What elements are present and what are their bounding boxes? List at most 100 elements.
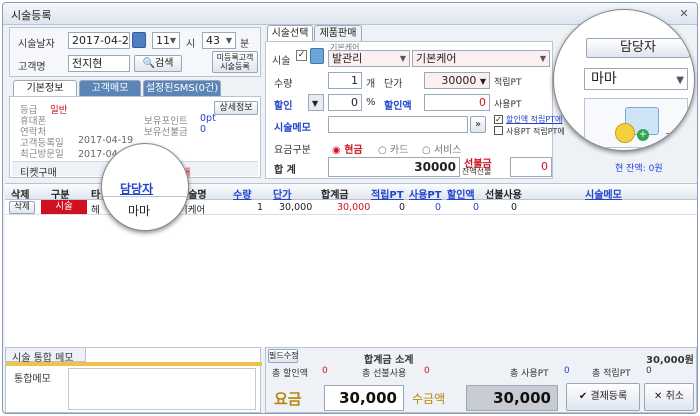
service-label: 시술 xyxy=(272,56,291,67)
col-discount[interactable]: 할인액 xyxy=(447,186,475,201)
discount-amount-field[interactable]: 0 xyxy=(424,94,490,111)
col-staff[interactable]: 담당자 xyxy=(120,180,153,197)
discount-amount-label: 할인액 xyxy=(384,101,412,112)
prepaid-value: 0 xyxy=(200,124,207,135)
close-icon[interactable]: ✕ xyxy=(677,7,691,21)
register-payment-button[interactable]: ✔ 결제등록 xyxy=(566,383,640,411)
search-icon: 🔍 xyxy=(142,58,156,69)
chevron-down-icon: ▼ xyxy=(225,36,232,45)
minute-value: 43 xyxy=(206,34,220,47)
prepaid-field[interactable]: 0 xyxy=(510,157,552,177)
hour-select[interactable]: 11 ▼ xyxy=(152,32,180,49)
search-icon[interactable] xyxy=(310,48,324,64)
row-type-abbr: 헤 xyxy=(91,205,100,216)
staff-select[interactable]: 마마 ▼ xyxy=(584,68,688,90)
row-price: 30,000 xyxy=(279,202,313,213)
item-select[interactable]: 기본케어 ▼ xyxy=(412,50,550,67)
price-field[interactable]: 30000 ▼ xyxy=(424,72,490,89)
customer-panel: 시술날자 2017-04-20 11 ▼ 시 43 ▼ 분 고객명 전지현 🔍검색 … xyxy=(9,27,261,77)
row-discount: 0 xyxy=(473,202,480,213)
staff-card[interactable]: + 기 xyxy=(584,98,688,148)
total-earned-pt-label: 총 적립PT xyxy=(592,369,631,379)
discount-type-select[interactable]: ▼ xyxy=(308,94,324,111)
register-payment-label: 결제등록 xyxy=(590,391,628,402)
combined-memo-field[interactable] xyxy=(68,368,256,410)
staff-zoom-panel: 담당자 마마 ▼ + 기 xyxy=(553,9,695,151)
col-points-earned[interactable]: 적립PT xyxy=(371,186,404,201)
discount-points-option[interactable]: 할인액 적립PT에 xyxy=(506,114,562,125)
unregistered-customer-button[interactable]: 미등록고객 시술등록 xyxy=(212,51,258,73)
total-discount-value: 0 xyxy=(322,366,328,376)
row-delete-button[interactable]: 삭제 xyxy=(9,201,35,214)
category-value: 발관리 xyxy=(332,52,363,65)
tab-basic-info[interactable]: 기본정보 xyxy=(13,80,77,96)
calendar-icon[interactable] xyxy=(132,32,146,48)
chevron-down-icon: ▼ xyxy=(312,99,319,108)
fee-label: 요금 xyxy=(274,390,302,408)
payment-card-option[interactable]: ○ 카드 xyxy=(378,141,408,156)
check-icon: ✔ xyxy=(578,391,591,402)
percent-unit: % xyxy=(366,97,376,108)
row-qty: 1 xyxy=(257,202,264,213)
col-service-memo[interactable]: 시술메모 xyxy=(585,186,622,201)
payment-service-option[interactable]: ○ 서비스 xyxy=(422,141,462,156)
col-price[interactable]: 단가 xyxy=(273,186,291,201)
chevron-down-icon: ▼ xyxy=(479,77,486,86)
tab-service-select[interactable]: 시술선택 xyxy=(267,25,313,41)
summary-panel: 필드수정 합계금 소계 30,000원 총 할인액 0 총 선불사용 0 총 사… xyxy=(265,347,697,413)
collect-value[interactable]: 30,000 xyxy=(466,385,558,411)
col-points-used[interactable]: 사용PT xyxy=(409,186,442,201)
col-prepaid-used: 선불사용 xyxy=(485,190,522,201)
payment-cash-option[interactable]: ◉ 현금 xyxy=(332,141,363,156)
discount-points-checkbox[interactable]: ✓ xyxy=(494,115,503,124)
discount-percent-field[interactable]: 0 xyxy=(328,94,362,111)
hour-unit: 시 xyxy=(186,39,196,50)
tab-sms-settings[interactable]: 설정된SMS(0건) xyxy=(143,80,221,96)
category-select[interactable]: 발관리 ▼ xyxy=(328,50,410,67)
used-points-checkbox[interactable] xyxy=(494,126,503,135)
search-button[interactable]: 🔍검색 xyxy=(134,55,182,72)
grid-body xyxy=(5,215,697,347)
reg-date-value: 2017-04-19 xyxy=(78,135,134,146)
minute-select[interactable]: 43 ▼ xyxy=(202,32,236,49)
qty-label: 수량 xyxy=(274,79,293,90)
total-label: 합 계 xyxy=(274,165,296,176)
qty-unit: 개 xyxy=(366,79,376,90)
price-value: 30000 xyxy=(441,74,477,87)
service-checkbox[interactable]: ✓ xyxy=(296,50,307,61)
memo-label: 시술메모 xyxy=(274,123,311,134)
staff-card-label: 기 xyxy=(665,133,675,144)
staff-header-button[interactable]: 담당자 xyxy=(586,38,690,58)
memo-expand-button[interactable]: » xyxy=(470,116,486,133)
customer-name-field[interactable]: 전지현 xyxy=(68,55,130,72)
price-label: 단가 xyxy=(384,79,403,90)
used-points-option[interactable]: 사용PT 적립PT에 xyxy=(506,126,565,137)
row-points-used: 0 xyxy=(435,202,442,213)
memo-panel-header: 시술 통합 메모 xyxy=(6,348,86,364)
row-total: 30,000 xyxy=(337,202,371,213)
hour-value: 11 xyxy=(156,34,170,47)
combined-memo-label: 통합메모 xyxy=(14,374,51,385)
payment-service-label: 서비스 xyxy=(433,145,462,156)
col-qty[interactable]: 수량 xyxy=(233,186,251,201)
field-edit-button[interactable]: 필드수정 xyxy=(268,349,298,363)
tab-product-sales[interactable]: 제품판매 xyxy=(314,25,362,41)
add-icon: + xyxy=(637,129,649,141)
points-earned-label: 적립PT xyxy=(494,78,522,88)
points-used-label: 사용PT xyxy=(494,100,522,110)
cancel-button[interactable]: ✕ 취소 xyxy=(644,383,694,411)
collect-label: 수금액 xyxy=(412,392,446,406)
total-prepaid-value: 0 xyxy=(424,366,430,376)
unregistered-line2: 시술등록 xyxy=(220,62,250,71)
date-field[interactable]: 2017-04-20 xyxy=(68,32,130,49)
qty-field[interactable]: 1 xyxy=(328,72,362,89)
tab-customer-memo[interactable]: 고객메모 xyxy=(79,80,141,96)
cancel-label: 취소 xyxy=(665,391,684,402)
service-registration-window: 시술등록 ✕ 시술날자 2017-04-20 11 ▼ 시 43 ▼ 분 고객명 전… xyxy=(2,2,698,414)
subtotal-value: 30,000원 xyxy=(646,355,694,366)
total-used-pt-label: 총 사용PT xyxy=(510,369,549,379)
unregistered-line1: 미등록고객 xyxy=(216,53,254,62)
memo-field[interactable] xyxy=(328,116,468,133)
detail-info-button[interactable]: 상세정보 xyxy=(214,101,258,115)
discount-label: 할인 xyxy=(274,101,293,112)
